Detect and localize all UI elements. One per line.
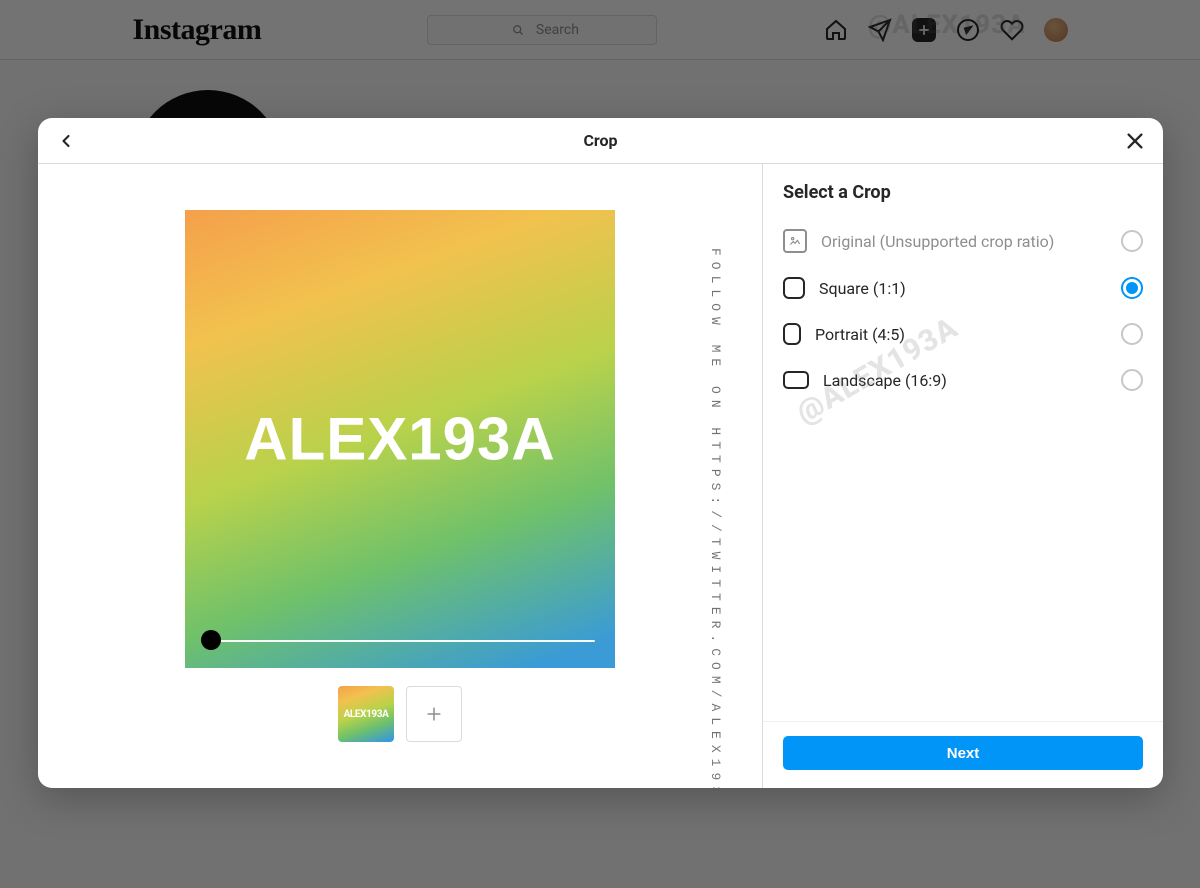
radio-portrait[interactable]: [1121, 323, 1143, 345]
crop-side-panel: Select a Crop Original (Unsupported crop…: [763, 164, 1163, 788]
landscape-ratio-icon: [783, 371, 809, 389]
square-ratio-icon: [783, 277, 805, 299]
crop-panel-footer: Next: [763, 721, 1163, 788]
next-button[interactable]: Next: [783, 736, 1143, 770]
back-button[interactable]: [52, 127, 80, 155]
preview-overlay-text: ALEX193A: [244, 405, 555, 474]
original-ratio-icon: [783, 229, 807, 253]
watermark-vertical: FOLLOW ME ON HTTPS://TWITTER.COM/ALEX193…: [708, 248, 723, 788]
crop-preview-image[interactable]: ALEX193A: [185, 210, 615, 668]
crop-option-original: Original (Unsupported crop ratio): [783, 217, 1143, 265]
crop-option-label: Original (Unsupported crop ratio): [821, 232, 1054, 251]
preview-pane: ALEX193A ALEX193A: [38, 164, 763, 788]
radio-landscape[interactable]: [1121, 369, 1143, 391]
portrait-ratio-icon: [783, 323, 801, 345]
crop-modal: Crop ALEX193A ALEX193A Select a Cr: [38, 118, 1163, 788]
media-thumbnail[interactable]: ALEX193A: [338, 686, 394, 742]
media-thumbnail-row: ALEX193A: [338, 686, 462, 742]
close-button[interactable]: [1121, 127, 1149, 155]
crop-panel-title: Select a Crop: [783, 182, 1143, 203]
modal-title: Crop: [583, 131, 617, 150]
crop-option-portrait[interactable]: Portrait (4:5): [783, 311, 1143, 357]
zoom-slider-track[interactable]: [207, 640, 595, 642]
crop-option-label: Square (1:1): [819, 279, 906, 298]
add-media-button[interactable]: [406, 686, 462, 742]
crop-option-square[interactable]: Square (1:1): [783, 265, 1143, 311]
radio-original: [1121, 230, 1143, 252]
zoom-slider-thumb[interactable]: [201, 630, 221, 650]
modal-header: Crop: [38, 118, 1163, 164]
thumbnail-text: ALEX193A: [344, 709, 389, 720]
radio-square[interactable]: [1121, 277, 1143, 299]
